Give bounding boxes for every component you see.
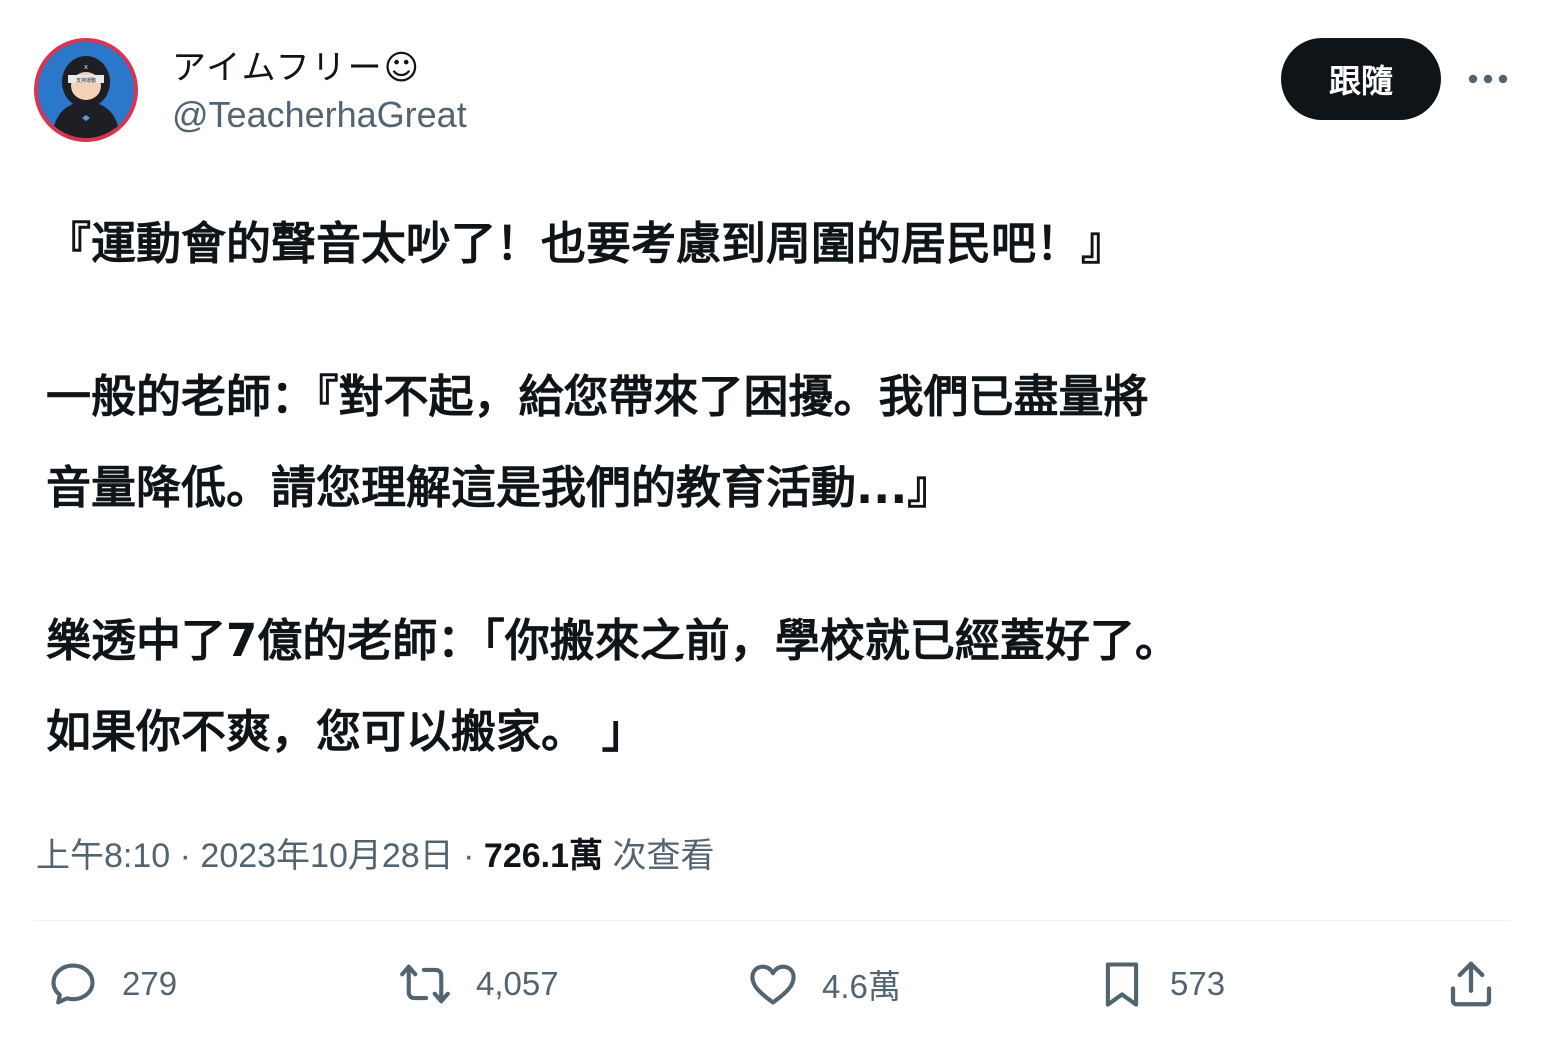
share-icon bbox=[1450, 961, 1492, 1007]
reply-icon bbox=[51, 963, 95, 1005]
more-options-button[interactable] bbox=[1464, 62, 1512, 96]
like-button[interactable]: 4.6萬 bbox=[746, 958, 901, 1010]
tweet-paragraph-2: 一般的老師：『對不起，給您帶來了困擾。我們已盡量將 音量降低。請您理解這是我們的… bbox=[46, 351, 1486, 533]
views-count: 726.1萬 bbox=[483, 837, 603, 875]
tweet-line: 一般的老師：『對不起，給您帶來了困擾。我們已盡量將 bbox=[46, 370, 1149, 423]
more-horizontal-icon bbox=[1468, 74, 1508, 84]
share-button[interactable] bbox=[1444, 958, 1498, 1010]
avatar-image: 支持運動 x bbox=[38, 42, 134, 138]
tweet-line: 音量降低。請您理解這是我們的教育活動...』 bbox=[46, 461, 953, 514]
retweet-icon bbox=[400, 964, 450, 1004]
tweet-meta: 上午8:10 · 2023年10月28日 · 726.1萬 次查看 bbox=[36, 828, 714, 877]
tweet-text: 『運動會的聲音太吵了！也要考慮到周圍的居民吧！』 一般的老師：『對不起，給您帶來… bbox=[46, 198, 1486, 777]
tweet-date[interactable]: 2023年10月28日 bbox=[200, 837, 453, 875]
follow-button[interactable]: 跟隨 bbox=[1281, 38, 1441, 120]
display-name[interactable]: アイムフリー☺ bbox=[172, 40, 421, 89]
tweet-line: 『運動會的聲音太吵了！也要考慮到周圍的居民吧！』 bbox=[46, 217, 1127, 270]
meta-separator: · bbox=[453, 837, 484, 875]
heart-icon bbox=[750, 964, 796, 1005]
bookmark-icon bbox=[1105, 962, 1139, 1007]
tweet-time[interactable]: 上午8:10 bbox=[36, 837, 170, 875]
tweet-line: 樂透中了7億的老師：「你搬來之前，學校就已經蓋好了。 bbox=[46, 614, 1180, 667]
retweet-button[interactable]: 4,057 bbox=[396, 958, 559, 1010]
divider bbox=[34, 920, 1510, 921]
bookmark-button[interactable]: 573 bbox=[1096, 958, 1225, 1010]
bookmark-count: 573 bbox=[1170, 965, 1226, 1002]
views-label: 次查看 bbox=[603, 837, 715, 875]
reply-count: 279 bbox=[122, 965, 178, 1002]
user-handle[interactable]: @TeacherhaGreat bbox=[172, 94, 467, 136]
tweet-paragraph-3: 樂透中了7億的老師：「你搬來之前，學校就已經蓋好了。 如果你不爽，您可以搬家。 … bbox=[46, 595, 1486, 777]
tweet-line: 如果你不爽，您可以搬家。 」 bbox=[46, 705, 647, 758]
avatar[interactable]: 支持運動 x bbox=[34, 38, 138, 142]
avatar-badge-mark: x bbox=[84, 63, 88, 71]
meta-separator: · bbox=[170, 837, 201, 875]
like-count: 4.6萬 bbox=[822, 968, 901, 1005]
retweet-count: 4,057 bbox=[476, 965, 559, 1002]
tweet-paragraph-1: 『運動會的聲音太吵了！也要考慮到周圍的居民吧！』 bbox=[46, 198, 1486, 289]
avatar-badge-text: 支持運動 bbox=[76, 77, 96, 84]
reply-button[interactable]: 279 bbox=[46, 958, 177, 1010]
